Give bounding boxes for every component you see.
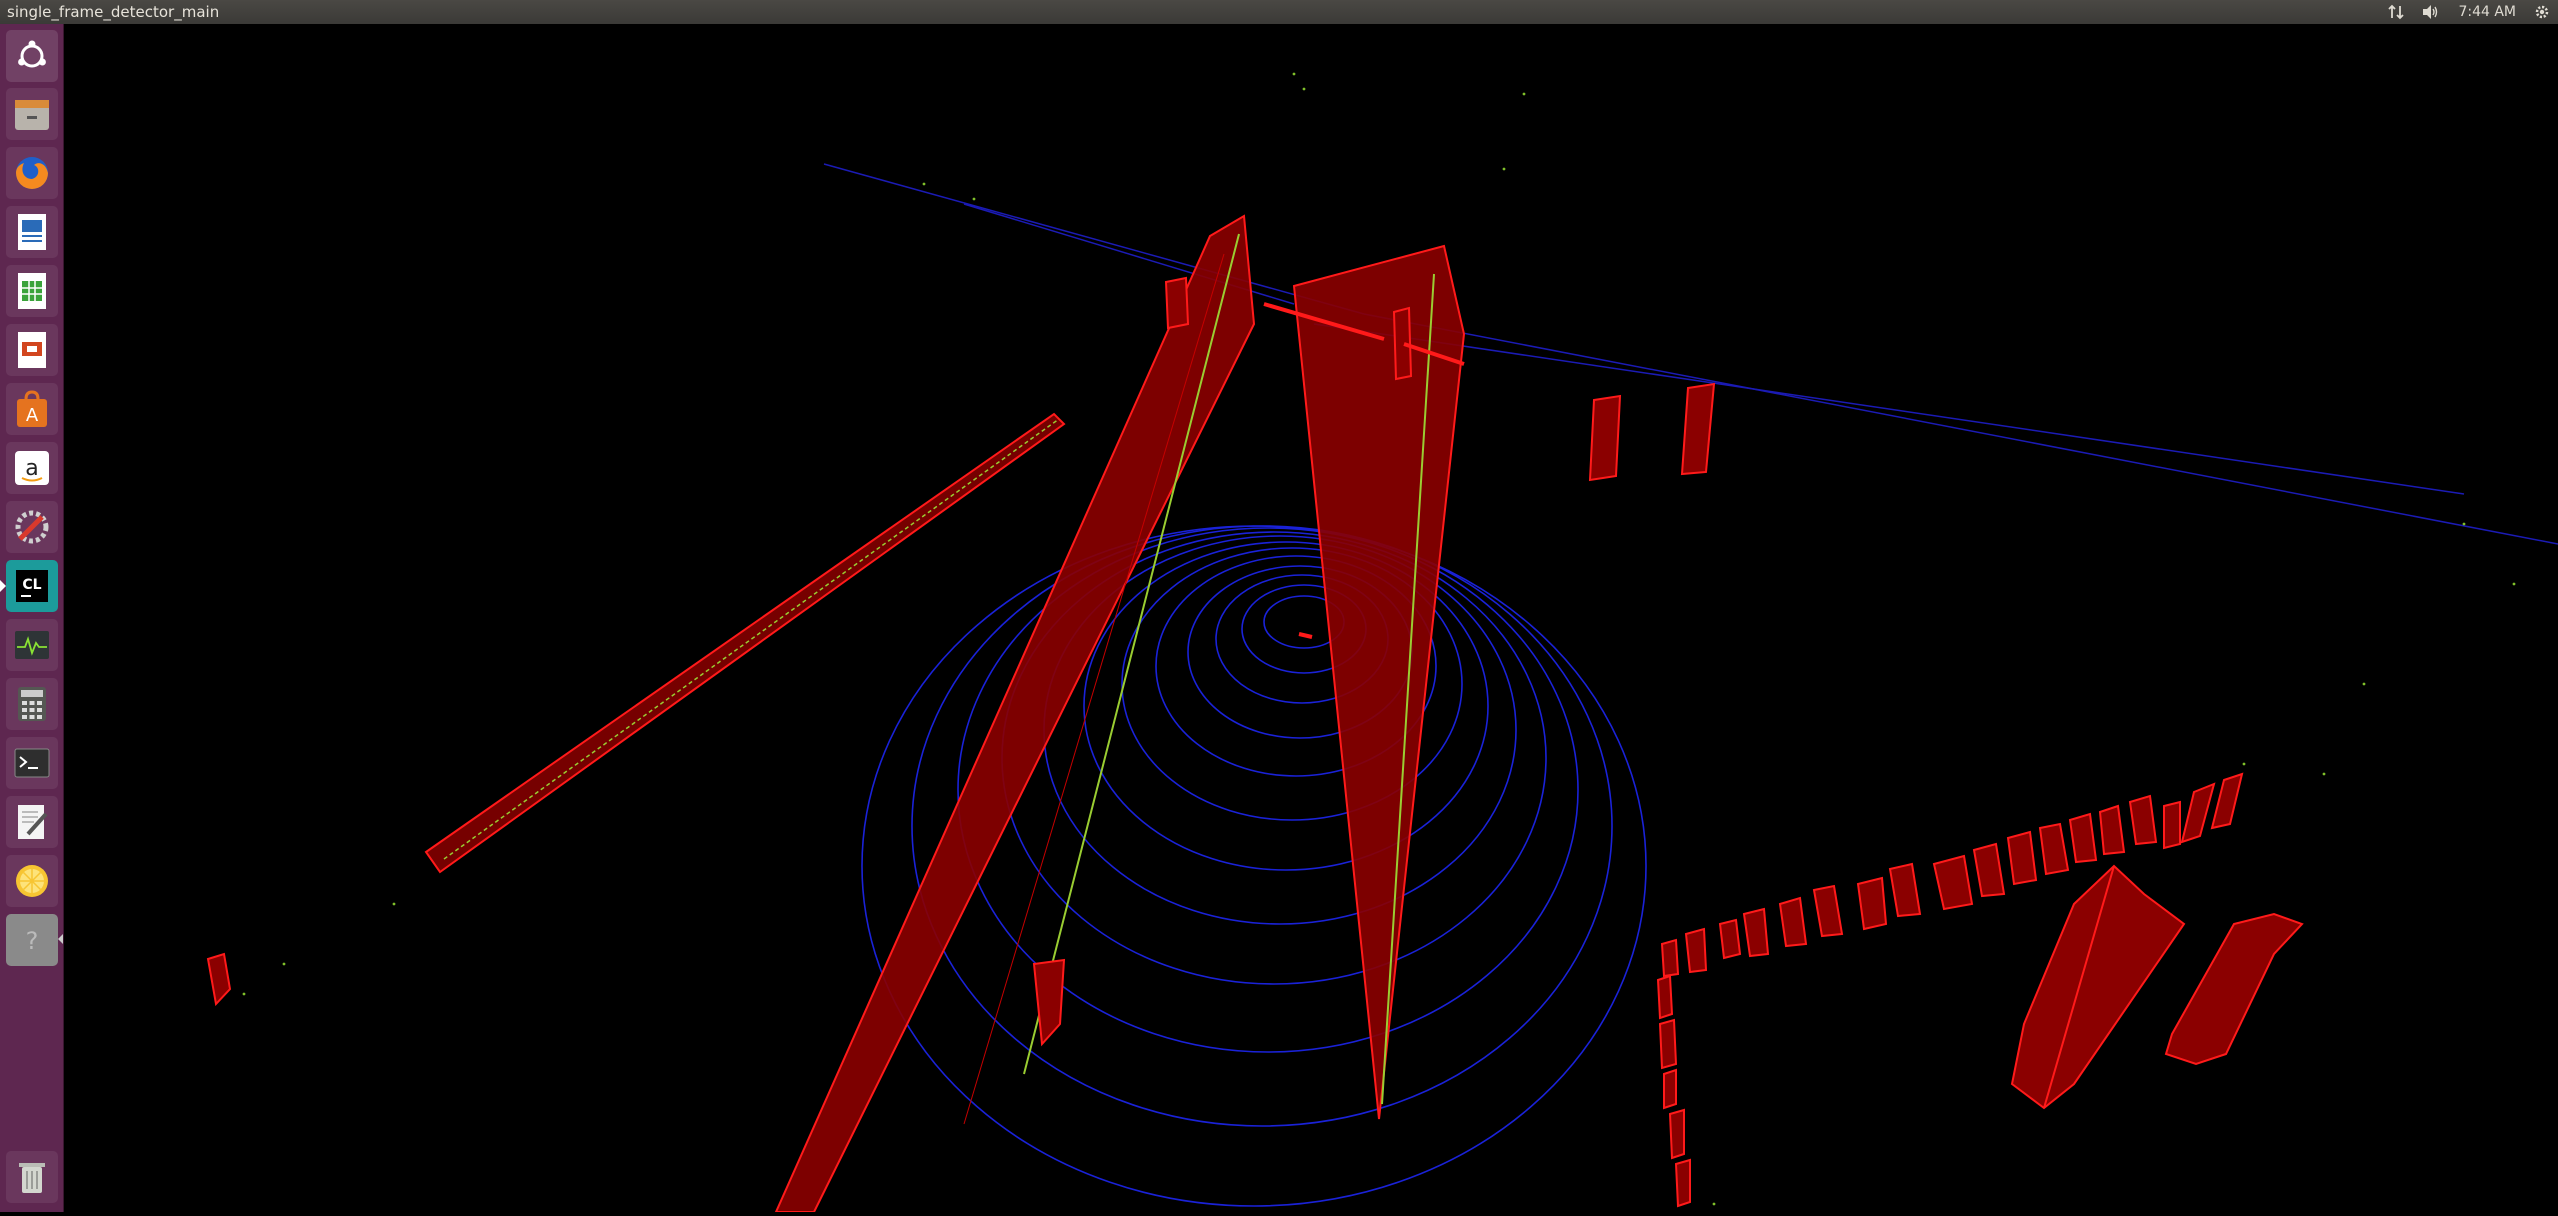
detection-boxes-small <box>206 276 1716 1047</box>
detection-boxes-fence <box>1656 772 2244 1208</box>
launcher-item-firefox[interactable] <box>6 147 58 199</box>
launcher-item-impress[interactable] <box>6 324 58 376</box>
svg-text:CL: CL <box>22 577 41 593</box>
ground-lines <box>823 163 2558 545</box>
clock[interactable]: 7:44 AM <box>2458 4 2516 20</box>
clion-icon: CL <box>12 566 52 606</box>
shopping-bag-icon: A <box>12 389 52 429</box>
detection-box-center-right <box>1292 244 1466 1120</box>
launcher-item-amazon[interactable]: a <box>6 442 58 494</box>
calculator-icon <box>12 684 52 724</box>
launcher-item-unknown-app[interactable]: ? <box>6 914 58 966</box>
launcher-arrow-indicator <box>58 934 63 944</box>
svg-text:A: A <box>26 405 39 426</box>
amazon-icon: a <box>12 448 52 488</box>
presentation-icon <box>12 330 52 370</box>
launcher-item-system-monitor[interactable] <box>6 619 58 671</box>
launcher-item-writer[interactable] <box>6 206 58 258</box>
document-icon <box>12 212 52 252</box>
launcher-item-calc[interactable] <box>6 265 58 317</box>
pointcloud-viewport[interactable] <box>64 24 2558 1213</box>
heartbeat-icon <box>12 625 52 665</box>
window-title: single_frame_detector_main <box>7 3 220 21</box>
detection-box-center-left <box>774 214 1256 1213</box>
launcher-item-trash[interactable] <box>6 1151 58 1203</box>
lemon-icon <box>12 861 52 901</box>
svg-text:?: ? <box>26 927 39 955</box>
question-icon: ? <box>12 920 52 960</box>
speaker-icon[interactable] <box>2422 4 2440 20</box>
svg-text:a: a <box>25 456 38 481</box>
lidar-scene <box>206 72 2558 1213</box>
pencil-icon <box>12 802 52 842</box>
launcher-item-software[interactable]: A <box>6 383 58 435</box>
launcher-item-terminal[interactable] <box>6 737 58 789</box>
launcher-item-lemon[interactable] <box>6 855 58 907</box>
terminal-icon <box>12 743 52 783</box>
wrench-icon <box>12 507 52 547</box>
launcher-item-text-editor[interactable] <box>6 796 58 848</box>
system-tray: 7:44 AM <box>2388 0 2550 24</box>
launcher-item-settings[interactable] <box>6 501 58 553</box>
launcher-item-calculator[interactable] <box>6 678 58 730</box>
launcher-sidebar: A a CL ? <box>0 24 64 1212</box>
file-cabinet-icon <box>12 94 52 134</box>
trash-icon <box>12 1157 52 1197</box>
top-panel: single_frame_detector_main 7:44 AM <box>0 0 2558 24</box>
launcher-item-files[interactable] <box>6 88 58 140</box>
firefox-icon <box>12 153 52 193</box>
gear-icon[interactable] <box>2534 4 2550 20</box>
ubuntu-logo-icon <box>14 38 50 74</box>
spreadsheet-icon <box>12 271 52 311</box>
launcher-item-clion[interactable]: CL <box>6 560 58 612</box>
active-indicator <box>0 580 6 592</box>
detection-boxes-vehicles <box>2010 864 2304 1110</box>
network-arrows-icon[interactable] <box>2388 4 2405 20</box>
launcher-item-ubuntu-dash[interactable] <box>6 30 58 82</box>
